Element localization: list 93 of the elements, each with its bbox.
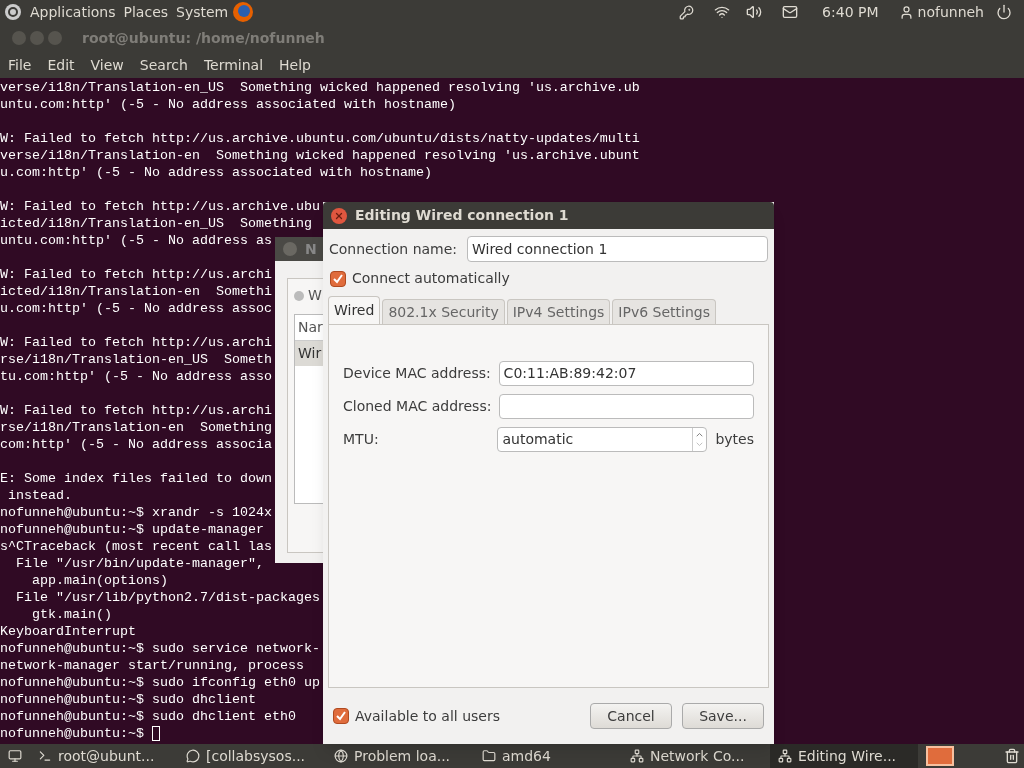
terminal-line: u.com:http' (-5 - No address associated with hostname) bbox=[0, 164, 432, 181]
network-icon bbox=[294, 290, 304, 301]
user-icon[interactable] bbox=[898, 4, 914, 20]
taskbar-item[interactable]: amd64 bbox=[474, 744, 622, 768]
checkbox[interactable] bbox=[333, 708, 349, 724]
terminal-line: com:http' (-5 - No address associa bbox=[0, 436, 272, 453]
terminal-line: untu.com:http' (-5 - No address as bbox=[0, 232, 272, 249]
terminal-line: W: Failed to fetch http://us.archive.ubu bbox=[0, 198, 320, 215]
field-label: Device MAC address: bbox=[343, 364, 492, 383]
dialog-button[interactable]: Save... bbox=[682, 703, 764, 729]
terminal-line: verse/i18n/Translation-en Something wicked happened resolving 'us.archive.ubunt bbox=[0, 147, 640, 164]
dialog-title: Editing Wired connection 1 bbox=[355, 206, 569, 225]
panel-menu[interactable]: Places bbox=[123, 1, 169, 23]
field-label: Cloned MAC address: bbox=[343, 397, 493, 416]
terminal-line: W: Failed to fetch http://us.archi bbox=[0, 334, 272, 351]
tab[interactable]: 802.1x Security bbox=[382, 299, 505, 324]
terminal-line: File "/usr/lib/python2.7/dist-packages bbox=[15, 589, 320, 606]
tab[interactable]: IPv6 Settings bbox=[612, 299, 716, 324]
panel-menu[interactable]: Applications bbox=[30, 1, 116, 23]
terminal-line: nofunneh@ubuntu:~$ update-manager bbox=[0, 521, 264, 538]
checkbox[interactable] bbox=[330, 270, 346, 287]
terminal-line: untu.com:http' (-5 - No address associated with hostname) bbox=[0, 96, 456, 113]
terminal-line: s^CTraceback (most recent call las bbox=[0, 538, 272, 555]
terminal-line: W: Failed to fetch http://us.archi bbox=[0, 266, 272, 283]
terminal-line: W: Failed to fetch http://us.archi bbox=[0, 402, 272, 419]
volume-icon[interactable] bbox=[746, 4, 763, 20]
terminal-line: verse/i18n/Translation-en_US Something wicked happened resolving 'us.archive.ub bbox=[0, 79, 640, 96]
menu-item[interactable]: Terminal bbox=[203, 54, 264, 76]
terminal-line: rse/i18n/Translation-en_US Someth bbox=[0, 351, 272, 368]
tab-label[interactable]: W bbox=[308, 285, 322, 306]
app-icon bbox=[778, 749, 792, 763]
taskbar-item[interactable]: Editing Wire... bbox=[770, 744, 918, 768]
taskbar-item[interactable]: [collabsysos... bbox=[178, 744, 326, 768]
close-button[interactable] bbox=[331, 207, 347, 224]
terminal-line: tu.com:http' (-5 - No address asso bbox=[0, 368, 272, 385]
field-label: MTU: bbox=[343, 430, 380, 449]
terminal-line: u.com:http' (-5 - No address assoc bbox=[0, 300, 272, 317]
terminal-line: icted/i18n/Translation-en Somethi bbox=[0, 283, 272, 300]
menu-item[interactable]: Search bbox=[139, 54, 188, 76]
workspace-switcher[interactable] bbox=[926, 746, 954, 766]
panel-menu[interactable]: System bbox=[176, 1, 229, 23]
power-icon[interactable] bbox=[996, 4, 1012, 20]
connection-name-field[interactable]: Wired connection 1 bbox=[467, 236, 768, 262]
mac-address-field[interactable] bbox=[498, 394, 754, 419]
terminal-line: KeyboardInterrupt bbox=[0, 623, 136, 640]
tab[interactable]: Wired bbox=[328, 296, 381, 324]
app-icon bbox=[38, 749, 52, 763]
mac-address-field[interactable]: C0:11:AB:89:42:07 bbox=[498, 361, 754, 386]
tab[interactable]: IPv4 Settings bbox=[506, 299, 611, 324]
terminal-line: gtk.main() bbox=[31, 606, 112, 623]
taskbar-item[interactable]: root@ubunt... bbox=[30, 744, 178, 768]
show-desktop-icon[interactable] bbox=[8, 749, 22, 763]
taskbar-item[interactable]: Problem loa... bbox=[326, 744, 474, 768]
mtu-spin-field[interactable]: automatic bbox=[497, 427, 708, 452]
menu-item[interactable]: Edit bbox=[47, 54, 75, 76]
checkbox-label: Connect automatically bbox=[352, 269, 510, 288]
menu-item[interactable]: Help bbox=[279, 54, 311, 76]
taskbar-item[interactable]: Network Co... bbox=[622, 744, 770, 768]
terminal-line: nofunneh@ubuntu:~$ bbox=[0, 725, 145, 742]
check-icon bbox=[333, 273, 343, 284]
terminal-line: E: Some index files failed to down bbox=[0, 470, 272, 487]
terminal-line: rse/i18n/Translation-en Something bbox=[0, 419, 272, 436]
terminal-line: File "/usr/bin/update-manager", bbox=[15, 555, 264, 572]
terminal-line: nofunneh@ubuntu:~$ sudo ifconfig eth0 up bbox=[0, 674, 320, 691]
window-title: N bbox=[305, 239, 317, 259]
app-icon bbox=[482, 749, 496, 763]
terminal-line: icted/i18n/Translation-en_US Something bbox=[0, 215, 312, 232]
clock[interactable]: 6:40 PM bbox=[822, 1, 879, 23]
app-icon bbox=[334, 749, 348, 763]
trash-icon[interactable] bbox=[1004, 748, 1020, 764]
unit-label: bytes bbox=[715, 430, 754, 449]
terminal-line: instead. bbox=[7, 487, 72, 504]
app-icon bbox=[186, 749, 200, 763]
mail-icon[interactable] bbox=[782, 4, 799, 20]
wifi-icon[interactable] bbox=[714, 4, 731, 20]
terminal-line: nofunneh@ubuntu:~$ xrandr -s 1024x bbox=[0, 504, 272, 521]
terminal-line: nofunneh@ubuntu:~$ sudo service network- bbox=[0, 640, 320, 657]
terminal-line: nofunneh@ubuntu:~$ sudo dhclient bbox=[0, 691, 256, 708]
window-title: root@ubuntu: /home/nofunneh bbox=[82, 28, 325, 48]
dialog-button[interactable]: Cancel bbox=[590, 703, 672, 729]
check-icon bbox=[336, 711, 346, 721]
terminal-line: network-manager start/running, process bbox=[0, 657, 304, 674]
menu-item[interactable]: File bbox=[8, 54, 32, 76]
key-icon[interactable] bbox=[679, 4, 695, 20]
terminal-line: nofunneh@ubuntu:~$ sudo dhclient eth0 bbox=[0, 708, 296, 725]
app-icon bbox=[630, 749, 644, 763]
terminal-line: W: Failed to fetch http://us.archive.ubuntu.com/ubuntu/dists/natty-updates/multi bbox=[0, 130, 640, 147]
menu-item[interactable]: View bbox=[90, 54, 124, 76]
terminal-line: app.main(options) bbox=[31, 572, 168, 589]
checkbox-label: Available to all users bbox=[355, 706, 500, 726]
field-label: Connection name: bbox=[329, 239, 459, 259]
user-name[interactable]: nofunneh bbox=[917, 1, 984, 23]
close-icon bbox=[334, 210, 344, 221]
